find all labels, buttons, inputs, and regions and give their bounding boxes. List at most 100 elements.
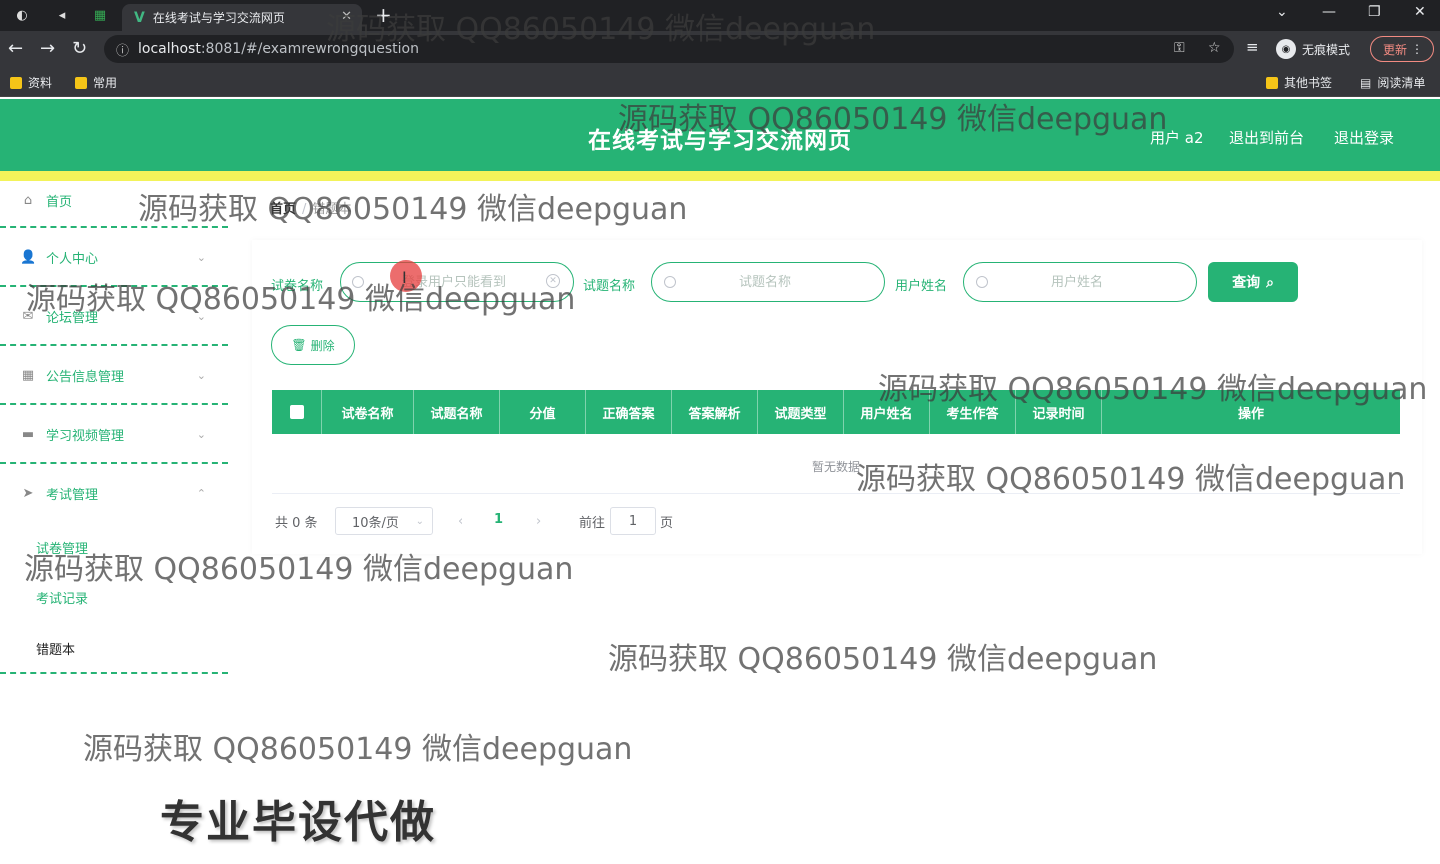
url-text: localhost:8081/#/examrewrongquestion — [138, 41, 419, 57]
bookmarks-bar: 资料 常用 其他书签 ▤ 阅读清单 — [0, 67, 1440, 97]
column-header: 用户姓名 — [844, 390, 930, 434]
app-header: 在线考试与学习交流网页 用户 a2 退出到前台 退出登录 — [0, 99, 1440, 171]
window-close-icon[interactable]: ✕ — [1414, 4, 1426, 20]
paper-name-input[interactable] — [340, 262, 574, 302]
app-title: 在线考试与学习交流网页 — [588, 128, 852, 154]
address-bar: ← → ↻ ⓘ localhost:8081/#/examrewrongques… — [0, 31, 1440, 67]
prev-page-icon[interactable]: ‹ — [458, 507, 463, 535]
tab-title: 在线考试与学习交流网页 — [152, 11, 285, 25]
url-field[interactable]: ⓘ localhost:8081/#/examrewrongquestion ⚿… — [104, 35, 1234, 63]
bookmark-other[interactable]: 其他书签 — [1266, 74, 1332, 91]
promo-banner: 专业毕设代做 — [160, 797, 436, 848]
column-header: 试题名称 — [414, 390, 500, 434]
breadcrumb-separator: / — [302, 202, 307, 217]
bookmark-folder-changyong[interactable]: 常用 — [75, 74, 117, 91]
sidebar-divider — [0, 462, 228, 464]
exit-to-front-link[interactable]: 退出到前台 — [1229, 127, 1304, 148]
sidebar-divider — [0, 344, 228, 346]
watermark: 源码获取 QQ86050149 微信deepguan — [83, 732, 633, 767]
key-icon[interactable]: ⚿ — [1174, 40, 1185, 56]
minimize-icon[interactable]: — — [1322, 4, 1336, 20]
user-name-label: 用户姓名 — [895, 279, 948, 294]
new-tab-icon[interactable]: + — [375, 3, 392, 27]
column-header: 操作 — [1237, 406, 1264, 422]
browser-tab-active[interactable]: V 在线考试与学习交流网页 ✕ — [122, 4, 362, 31]
chevron-down-icon: ⌄ — [196, 250, 206, 264]
reading-list-icon: ▤ — [1360, 75, 1372, 90]
incognito-logo-icon: ◐ — [16, 7, 28, 23]
bookmark-folder-ziliao[interactable]: 资料 — [10, 74, 52, 91]
forward-icon[interactable]: → — [40, 38, 55, 59]
incognito-indicator[interactable]: ◉ 无痕模式 — [1276, 39, 1350, 59]
column-header: 答案解析 — [672, 390, 758, 434]
briefcase-icon: ▬ — [21, 426, 35, 442]
search-icon: ⌕ — [1266, 273, 1274, 290]
paper-name-label: 试卷名称 — [271, 279, 324, 294]
watermark: 源码获取 QQ86050149 微信deepguan — [608, 642, 1158, 677]
sidebar-divider — [0, 672, 228, 674]
select-all-checkbox[interactable] — [289, 405, 304, 419]
bookmark-star-icon[interactable]: ☆ — [1208, 40, 1221, 56]
user-name-input[interactable] — [963, 262, 1197, 302]
breadcrumb-home[interactable]: 首页 — [270, 202, 296, 217]
incognito-icon: ◉ — [1276, 39, 1296, 59]
sidebar-item-forum[interactable]: ✉ 论坛管理 ⌄ — [0, 296, 228, 336]
update-button[interactable]: 更新 ⋮ — [1370, 36, 1434, 62]
sidebar-subitem-records[interactable]: 考试记录 — [36, 588, 88, 607]
goto-page-input[interactable] — [610, 507, 656, 535]
pagination-total: 共 0 条 — [275, 515, 318, 531]
column-header: 记录时间 — [1016, 390, 1102, 434]
sidebar-divider — [0, 226, 228, 228]
query-button[interactable]: 查询 ⌕ — [1208, 262, 1298, 302]
page-suffix: 页 — [660, 515, 674, 531]
current-page[interactable]: 1 — [494, 512, 503, 527]
sound-icon[interactable]: ◂ — [52, 5, 72, 25]
sidebar-subitem-papers[interactable]: 试卷管理 — [36, 538, 88, 557]
tab-close-icon[interactable]: ✕ — [341, 9, 352, 24]
site-info-icon[interactable]: ⓘ — [116, 40, 129, 59]
logout-link[interactable]: 退出登录 — [1334, 127, 1394, 148]
folder-icon — [10, 76, 22, 89]
page-size-select[interactable]: 10条/页 ⌄ — [335, 507, 433, 535]
sidebar-item-home[interactable]: ⌂ 首页 — [0, 180, 228, 220]
breadcrumb-current: 错题本 — [312, 202, 352, 217]
mail-icon: ✉ — [22, 308, 34, 324]
delete-button[interactable]: 🗑 删除 — [271, 325, 355, 365]
reading-mode-icon[interactable]: ≡ — [1246, 38, 1259, 56]
column-header: 试题类型 — [758, 390, 844, 434]
clear-icon[interactable]: ✕ — [546, 274, 560, 288]
restore-icon[interactable]: ❐ — [1368, 4, 1381, 20]
sidebar-item-video[interactable]: ▬ 学习视频管理 ⌄ — [0, 414, 228, 454]
vue-logo-icon: V — [134, 9, 145, 26]
chevron-down-icon: ⌄ — [196, 427, 206, 441]
folder-icon — [75, 76, 87, 89]
column-header: 考生作答 — [930, 390, 1016, 434]
question-name-input[interactable] — [651, 262, 885, 302]
chevron-down-icon: ⌄ — [196, 368, 206, 382]
back-icon[interactable]: ← — [8, 38, 23, 59]
sidebar-item-personal[interactable]: 👤 个人中心 ⌄ — [0, 237, 228, 277]
select-all-cell[interactable] — [272, 390, 322, 434]
sidebar-item-notice[interactable]: ▦ 公告信息管理 ⌄ — [0, 355, 228, 395]
reload-icon[interactable]: ↻ — [72, 38, 87, 59]
text-cursor-icon: I — [402, 268, 407, 287]
home-icon: ⌂ — [23, 192, 33, 208]
chevron-up-icon: ⌃ — [196, 486, 206, 500]
folder-icon — [1266, 76, 1278, 89]
sidebar-divider — [0, 285, 228, 287]
breadcrumb: 首页 / 错题本 — [270, 198, 351, 217]
chevron-down-icon: ⌄ — [196, 309, 206, 323]
sheet-icon[interactable]: ▦ — [90, 5, 110, 25]
tab-search-icon[interactable]: ⌄ — [1276, 4, 1288, 20]
sidebar-divider — [0, 403, 228, 405]
next-page-icon[interactable]: › — [536, 507, 541, 535]
table-header: 试卷名称 试题名称 分值 正确答案 答案解析 试题类型 用户姓名 考生作答 记录… — [272, 390, 1400, 434]
menu-dots-icon: ⋮ — [1411, 42, 1423, 56]
trash-icon: 🗑 — [291, 338, 307, 352]
sidebar-subitem-wrongbook[interactable]: 错题本 — [36, 639, 75, 658]
reading-list[interactable]: ▤ 阅读清单 — [1360, 74, 1425, 91]
search-icon — [976, 276, 988, 288]
sidebar-item-exam[interactable]: ➤ 考试管理 ⌃ — [0, 473, 228, 513]
search-icon — [664, 276, 676, 288]
column-header: 试卷名称 — [322, 390, 414, 434]
